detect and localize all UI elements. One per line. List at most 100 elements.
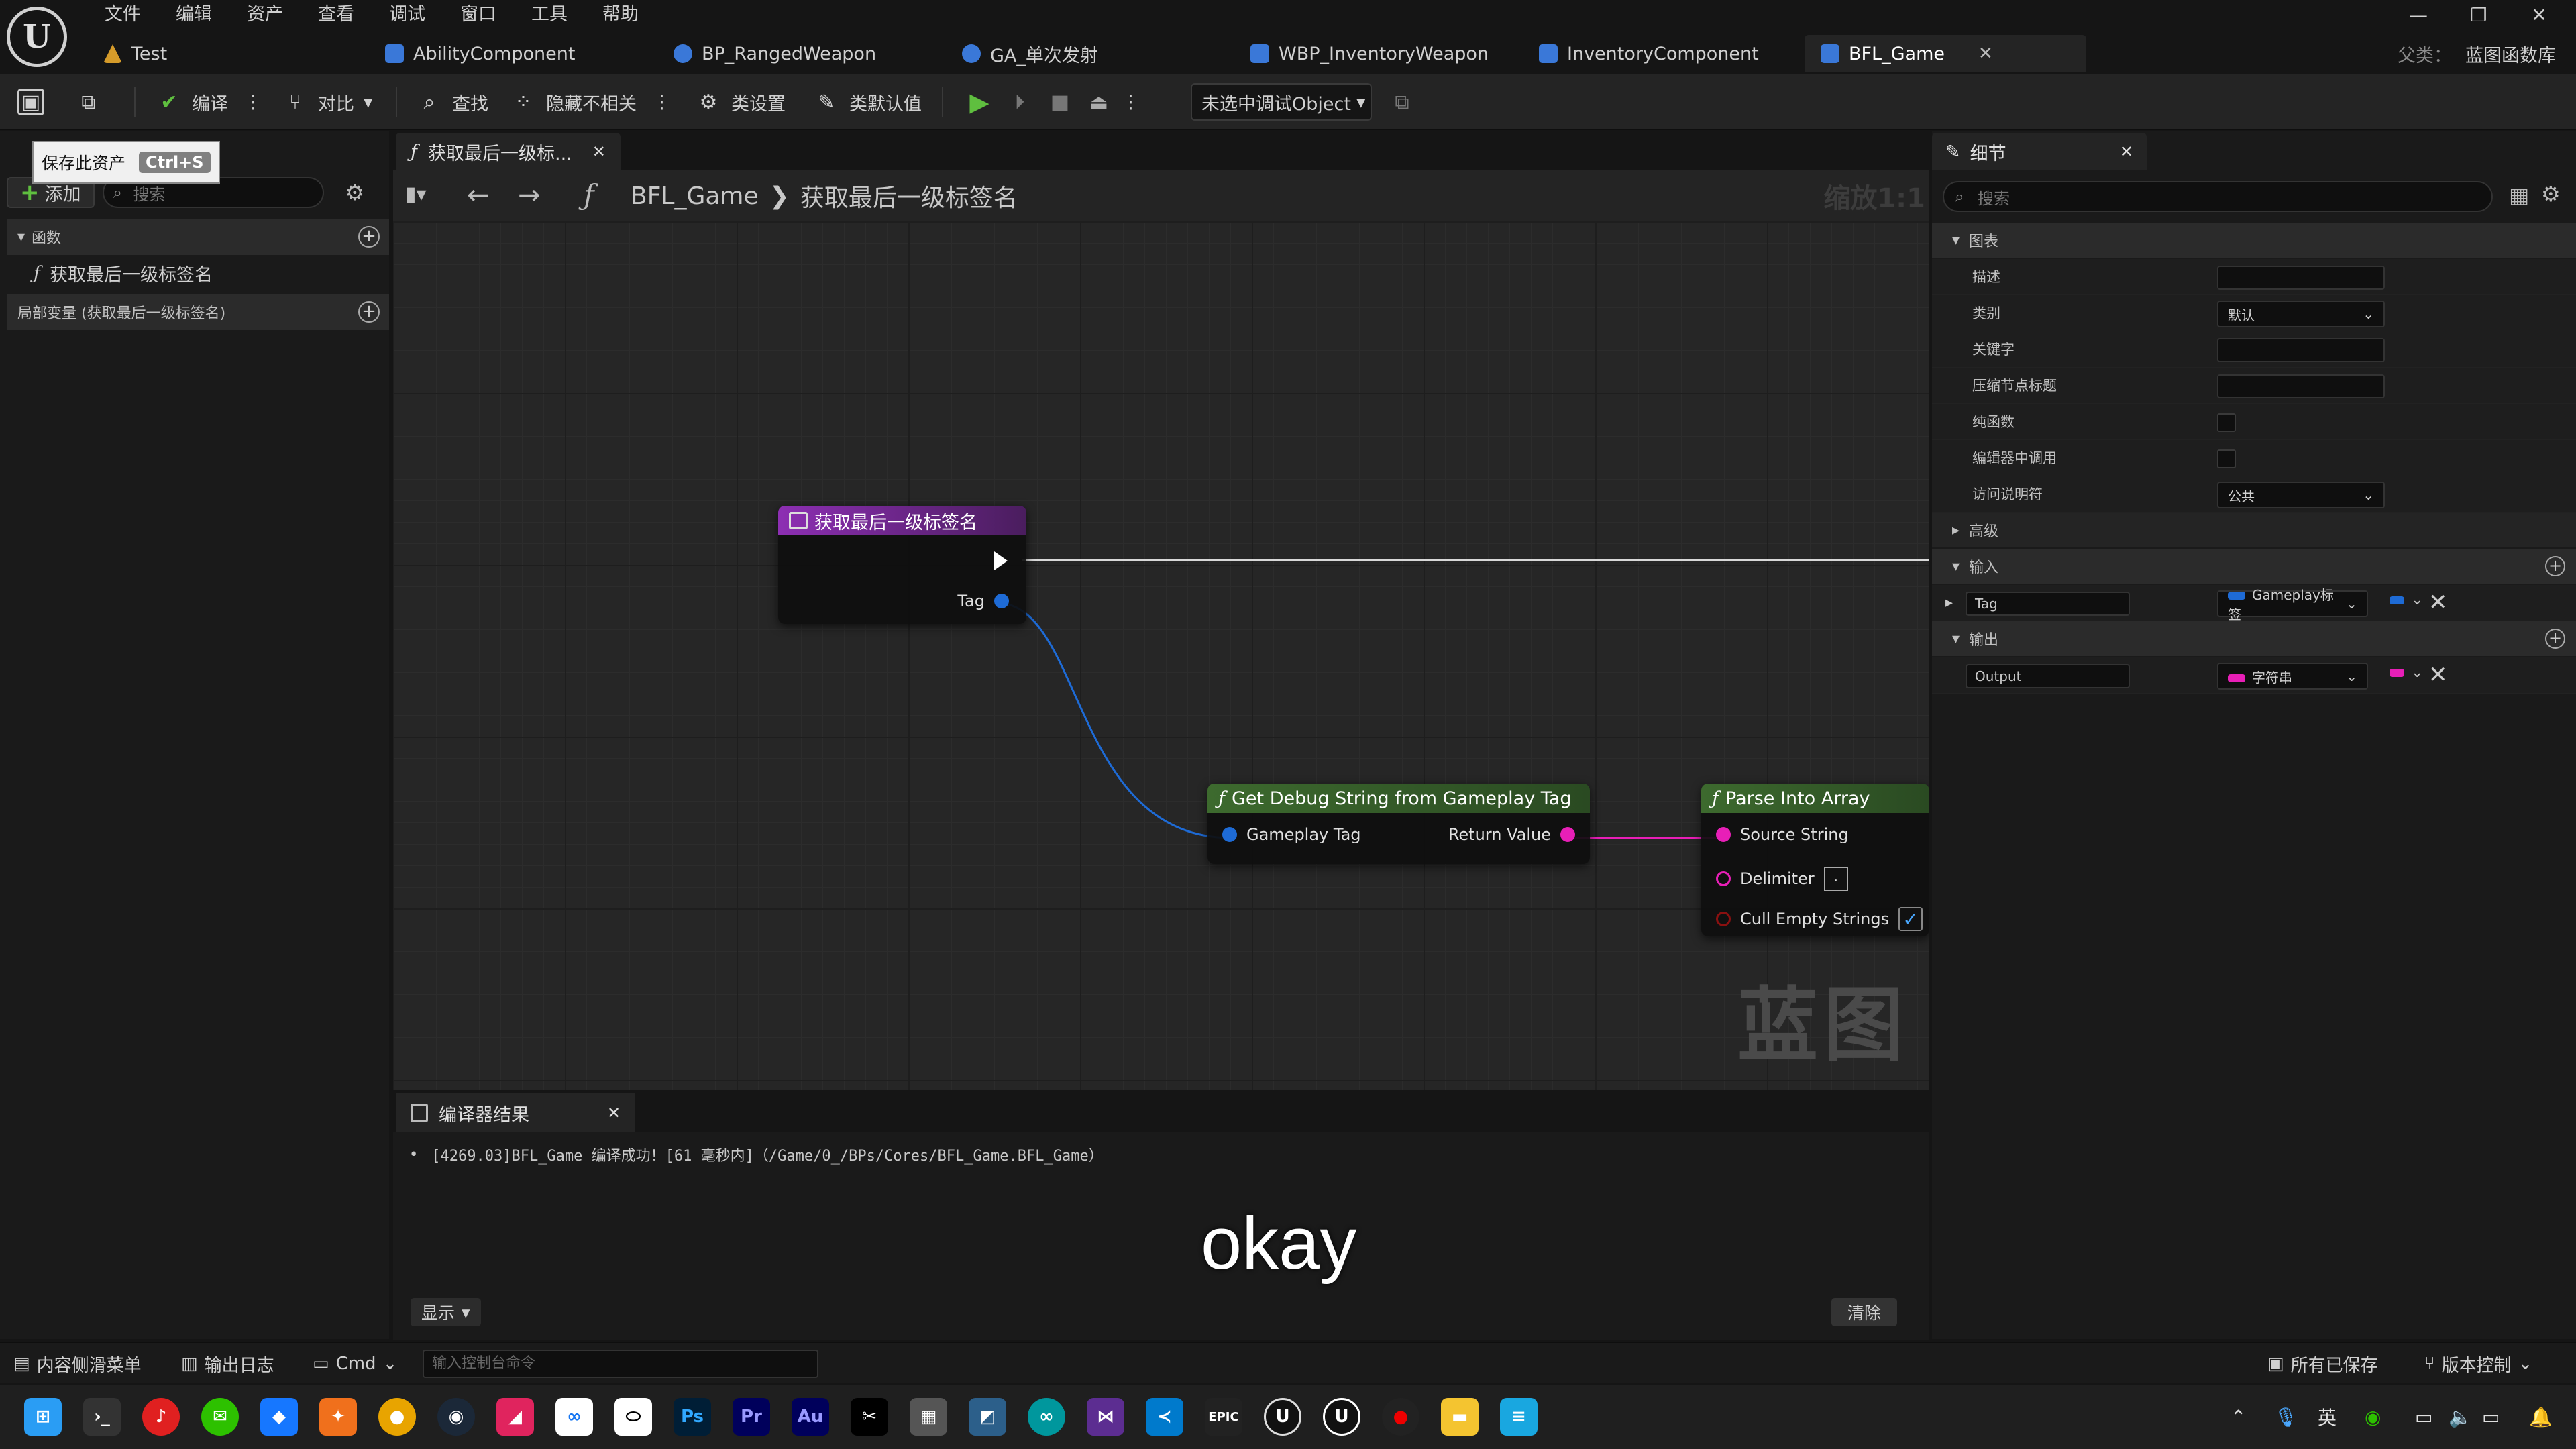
function-item[interactable]: ƒ 获取最后一级标签名: [34, 255, 213, 291]
function-entry-node[interactable]: 获取最后一级标签名 Tag: [778, 506, 1026, 624]
menu-debug[interactable]: 调试: [372, 0, 443, 30]
compile-button[interactable]: ✔ 编译 ⋮: [156, 74, 262, 130]
cmd-select[interactable]: ▭ Cmd ⌄: [313, 1343, 397, 1385]
menu-asset[interactable]: 资产: [229, 0, 301, 30]
restore-icon[interactable]: ❐: [2449, 4, 2509, 26]
details-tab[interactable]: ✎ 细节 ✕: [1932, 133, 2147, 170]
gameplay-tag-in-pin[interactable]: Gameplay Tag: [1222, 825, 1361, 844]
capcut-icon[interactable]: ✂: [851, 1398, 888, 1436]
debug-filter-button[interactable]: ⧉: [1389, 74, 1415, 130]
description-input[interactable]: [2217, 266, 2385, 290]
tab-ability-component[interactable]: AbilityComponent: [369, 35, 657, 72]
source-control-button[interactable]: ⑂ 版本控制 ⌄: [2424, 1343, 2532, 1385]
input-name-field[interactable]: Tag: [1966, 592, 2130, 616]
console-input[interactable]: 输入控制台命令: [423, 1350, 818, 1378]
close-icon[interactable]: ✕: [2509, 4, 2569, 26]
menu-window[interactable]: 窗口: [443, 0, 514, 30]
netease-music-icon[interactable]: ♪: [142, 1398, 180, 1436]
graph-category[interactable]: ▾ 图表: [1932, 223, 2576, 258]
browse-button[interactable]: ⧉: [75, 74, 102, 130]
blueprint-graph-canvas[interactable]: 获取最后一级标签名 Tag ƒ Get Debug String from Ga…: [393, 221, 1929, 1090]
graph-tab[interactable]: ƒ 获取最后一级标... ✕: [396, 133, 621, 170]
expand-icon[interactable]: ▸: [1945, 594, 1953, 611]
audition-icon[interactable]: Au: [792, 1398, 829, 1436]
meta-icon[interactable]: ∞: [555, 1398, 593, 1436]
gear-icon[interactable]: ⚙: [345, 180, 365, 205]
add-input-icon[interactable]: +: [2545, 556, 2565, 576]
tab-test[interactable]: Test: [87, 35, 369, 72]
tray-app-icon[interactable]: ◉: [2365, 1385, 2381, 1449]
app-icon[interactable]: ✦: [319, 1398, 357, 1436]
tab-bp-ranged-weapon[interactable]: BP_RangedWeapon: [657, 35, 946, 72]
battery-icon[interactable]: ▭: [2482, 1385, 2500, 1449]
menu-help[interactable]: 帮助: [585, 0, 656, 30]
visual-studio-icon[interactable]: ⋈: [1087, 1398, 1124, 1436]
tab-ga-single-fire[interactable]: GA_单次发射: [946, 35, 1234, 72]
output-name-field[interactable]: Output: [1966, 664, 2130, 688]
arduino-icon[interactable]: ∞: [1028, 1398, 1065, 1436]
menu-view[interactable]: 查看: [301, 0, 372, 30]
app-icon[interactable]: ◢: [496, 1398, 534, 1436]
diff-button[interactable]: ⑂ 对比 ▾: [282, 74, 373, 130]
menu-edit[interactable]: 编辑: [158, 0, 229, 30]
eject-button[interactable]: ⏏ ⋮: [1085, 74, 1140, 130]
debug-object-select[interactable]: 未选中调试Object ▾: [1191, 83, 1372, 121]
stop-button[interactable]: ■: [1046, 74, 1073, 130]
tab-wbp-inventory-weapon[interactable]: WBP_InventoryWeapon: [1234, 35, 1523, 72]
delimiter-input[interactable]: .: [1823, 867, 1848, 891]
category-select[interactable]: 默认 ⌄: [2217, 301, 2385, 327]
close-icon[interactable]: ✕: [592, 142, 606, 161]
functions-section[interactable]: ▾ 函数 +: [7, 219, 389, 255]
close-icon[interactable]: ✕: [2120, 142, 2133, 161]
menu-file[interactable]: 文件: [87, 0, 158, 30]
class-defaults-button[interactable]: ✎ 类默认值: [813, 74, 922, 130]
source-string-pin[interactable]: Source String: [1716, 825, 1849, 844]
record-icon[interactable]: ●: [1382, 1398, 1419, 1436]
container-type-select[interactable]: ⌄: [2390, 664, 2423, 681]
back-arrow-icon[interactable]: ←: [467, 180, 490, 211]
advanced-category[interactable]: ▸ 高级: [1932, 513, 2576, 547]
save-status-button[interactable]: ▣ 所有已保存: [2267, 1343, 2378, 1385]
file-explorer-icon[interactable]: ▬: [1441, 1398, 1479, 1436]
delimiter-pin[interactable]: Delimiter .: [1716, 867, 1848, 891]
find-button[interactable]: ⌕ 查找: [416, 74, 488, 130]
clear-button[interactable]: 清除: [1831, 1298, 1898, 1326]
add-function-icon[interactable]: +: [358, 226, 380, 248]
app-icon[interactable]: ◩: [969, 1398, 1006, 1436]
output-type-select[interactable]: 字符串 ⌄: [2217, 663, 2368, 690]
class-settings-button[interactable]: ⚙ 类设置: [695, 74, 786, 130]
tab-close-icon[interactable]: ✕: [1978, 44, 1993, 64]
photoshop-icon[interactable]: Ps: [674, 1398, 711, 1436]
local-variables-section[interactable]: 局部变量 (获取最后一级标签名) +: [7, 294, 389, 330]
steam-icon[interactable]: ◉: [437, 1398, 475, 1436]
exec-out-pin[interactable]: [994, 551, 1008, 570]
content-drawer-button[interactable]: ▤ 内容侧滑菜单: [13, 1343, 142, 1385]
chrome-icon[interactable]: ●: [378, 1398, 416, 1436]
access-specifier-select[interactable]: 公共 ⌄: [2217, 482, 2385, 508]
windows-start-icon[interactable]: ⊞: [24, 1398, 62, 1436]
terminal-app-icon[interactable]: ›_: [83, 1398, 121, 1436]
hide-unrelated-button[interactable]: ⁘ 隐藏不相关 ⋮: [510, 74, 671, 130]
table-view-icon[interactable]: ▦: [2509, 182, 2529, 208]
breadcrumb-root[interactable]: BFL_Game: [631, 182, 759, 210]
app-icon[interactable]: ◆: [260, 1398, 298, 1436]
play-options-icon[interactable]: ⋮: [1122, 92, 1140, 113]
details-search-input[interactable]: ⌕ 搜索: [1943, 181, 2493, 212]
network-icon[interactable]: ▭: [2415, 1385, 2432, 1449]
gear-icon[interactable]: ⚙: [2541, 181, 2561, 207]
show-filter-button[interactable]: 显示 ▾: [411, 1298, 481, 1326]
outputs-category[interactable]: ▾ 输出 +: [1932, 621, 2576, 656]
close-icon[interactable]: ✕: [607, 1104, 621, 1122]
compact-title-input[interactable]: [2217, 374, 2385, 398]
compile-options-icon[interactable]: ⋮: [244, 92, 262, 113]
compiler-results-tab[interactable]: 编译器结果 ✕: [396, 1093, 636, 1132]
tab-bfl-game[interactable]: BFL_Game ✕: [1805, 35, 2086, 72]
tab-inventory-component[interactable]: InventoryComponent: [1523, 35, 1805, 72]
container-type-select[interactable]: ⌄: [2390, 592, 2423, 608]
notification-icon[interactable]: 🔔: [2529, 1385, 2553, 1449]
save-button[interactable]: ▣: [17, 74, 44, 130]
bookmark-icon[interactable]: ▮▾: [405, 182, 427, 206]
pure-checkbox[interactable]: [2217, 413, 2236, 432]
wechat-icon[interactable]: ✉: [201, 1398, 239, 1436]
volume-icon[interactable]: 🔈: [2449, 1385, 2472, 1449]
